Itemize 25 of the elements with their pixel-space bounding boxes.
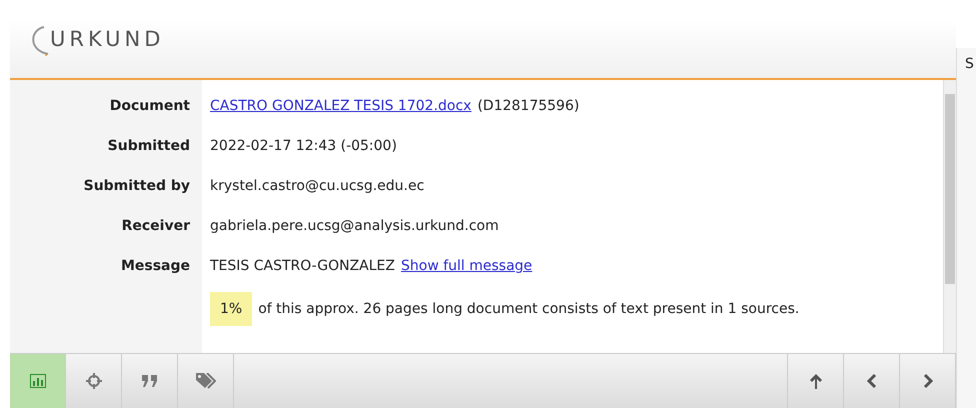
field-value: gabriela.pere.ucsg@analysis.urkund.com — [210, 218, 499, 234]
scrollbar[interactable] — [943, 80, 956, 353]
bar-chart-icon — [30, 374, 46, 388]
field-label: Document — [108, 98, 191, 114]
up-arrow-icon — [808, 373, 822, 389]
field-label: Submitted — [106, 138, 191, 154]
field-value: krystel.castro@cu.ucsg.edu.ec — [210, 178, 424, 194]
chart-button[interactable] — [10, 354, 66, 408]
show-message-link[interactable]: Show full message — [401, 258, 532, 274]
logo-text: URKUND — [50, 27, 164, 51]
document-id: (D128175596) — [477, 98, 580, 114]
chevron-left-icon — [866, 373, 876, 389]
percent-badge: 1% — [210, 292, 252, 326]
quote-icon — [142, 375, 158, 387]
summary-text: of this approx. 26 pages long document consists of text present in 1 sources. — [258, 301, 800, 317]
side-tab[interactable]: S — [957, 48, 976, 72]
field-label: Message — [120, 258, 191, 274]
crosshair-icon — [86, 373, 102, 389]
message-text: TESIS CASTRO-GONZALEZ — [210, 258, 395, 274]
document-link[interactable]: CASTRO GONZALEZ TESIS 1702.docx — [210, 98, 472, 114]
chevron-right-icon — [922, 373, 932, 389]
field-value: 2022-02-17 12:43 (-05:00) — [210, 138, 397, 154]
tags-icon — [196, 373, 216, 389]
field-label: Submitted by — [82, 178, 191, 194]
field-label: Receiver — [120, 218, 191, 234]
